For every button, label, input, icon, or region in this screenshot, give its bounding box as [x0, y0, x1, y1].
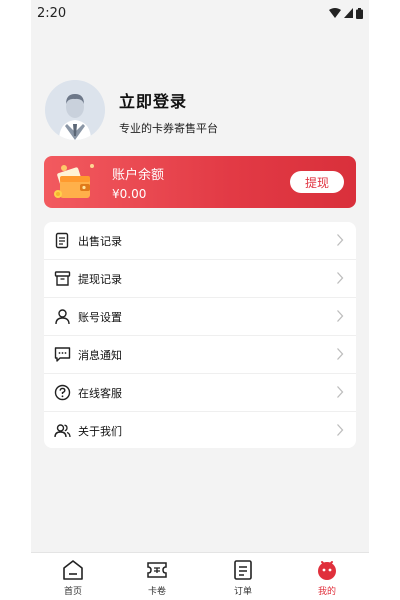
- menu-item-withdraw-records[interactable]: 提现记录: [44, 260, 356, 297]
- signal-icon: [344, 8, 353, 18]
- bottom-tab-bar: 首页 卡卷 订单 我的: [31, 552, 369, 600]
- avatar[interactable]: [45, 80, 105, 140]
- menu-item-label: 账号设置: [78, 311, 122, 324]
- chevron-right-icon: [337, 424, 344, 436]
- tab-mine[interactable]: 我的: [297, 553, 357, 600]
- menu-item-notifications[interactable]: 消息通知: [44, 336, 356, 373]
- menu-list: 出售记录 提现记录 账号设置 消息通知 在线客服 关于我们: [44, 222, 356, 448]
- chevron-right-icon: [337, 272, 344, 284]
- balance-title: 账户余额: [112, 168, 165, 183]
- message-icon: [54, 347, 71, 362]
- archive-icon: [54, 271, 71, 286]
- tab-label: 首页: [63, 587, 82, 597]
- phone-screen: 2:20 立即登录 专业的卡券寄售平台 账户余额 ¥0.00 提现 出售记录 提…: [31, 0, 369, 600]
- home-icon: [63, 560, 83, 580]
- menu-item-about-us[interactable]: 关于我们: [44, 412, 356, 448]
- status-icons: [329, 7, 363, 19]
- wifi-icon: [329, 8, 341, 18]
- ticket-icon: [147, 562, 167, 578]
- menu-item-sales-records[interactable]: 出售记录: [44, 222, 356, 259]
- menu-item-label: 在线客服: [78, 387, 122, 400]
- chevron-right-icon: [337, 348, 344, 360]
- tab-label: 订单: [233, 587, 252, 597]
- menu-item-customer-service[interactable]: 在线客服: [44, 374, 356, 411]
- tab-label: 卡卷: [147, 587, 166, 597]
- tab-home[interactable]: 首页: [43, 553, 103, 600]
- help-circle-icon: [54, 384, 71, 401]
- login-title[interactable]: 立即登录: [119, 88, 187, 112]
- document-icon: [55, 232, 69, 249]
- user-icon: [55, 309, 70, 325]
- menu-item-label: 提现记录: [78, 273, 122, 286]
- menu-item-account-settings[interactable]: 账号设置: [44, 298, 356, 335]
- battery-icon: [356, 7, 363, 19]
- menu-item-label: 消息通知: [78, 349, 122, 362]
- chevron-right-icon: [337, 234, 344, 246]
- users-icon: [54, 424, 71, 438]
- status-time: 2:20: [37, 5, 67, 21]
- status-bar: 2:20: [31, 0, 369, 26]
- wallet-icon: [54, 164, 94, 198]
- tab-label: 我的: [317, 587, 336, 597]
- chevron-right-icon: [337, 310, 344, 322]
- profile-header[interactable]: 立即登录 专业的卡券寄售平台: [45, 80, 355, 142]
- tab-cards[interactable]: 卡卷: [127, 553, 187, 600]
- default-avatar-icon: [45, 80, 105, 140]
- balance-card: 账户余额 ¥0.00 提现: [44, 156, 356, 208]
- order-icon: [234, 560, 252, 580]
- profile-icon: [318, 561, 336, 580]
- balance-amount: ¥0.00: [112, 187, 147, 201]
- menu-item-label: 关于我们: [78, 425, 122, 438]
- tab-orders[interactable]: 订单: [213, 553, 273, 600]
- platform-tagline: 专业的卡券寄售平台: [119, 122, 218, 135]
- menu-item-label: 出售记录: [78, 235, 122, 248]
- withdraw-button[interactable]: 提现: [290, 171, 344, 193]
- chevron-right-icon: [337, 386, 344, 398]
